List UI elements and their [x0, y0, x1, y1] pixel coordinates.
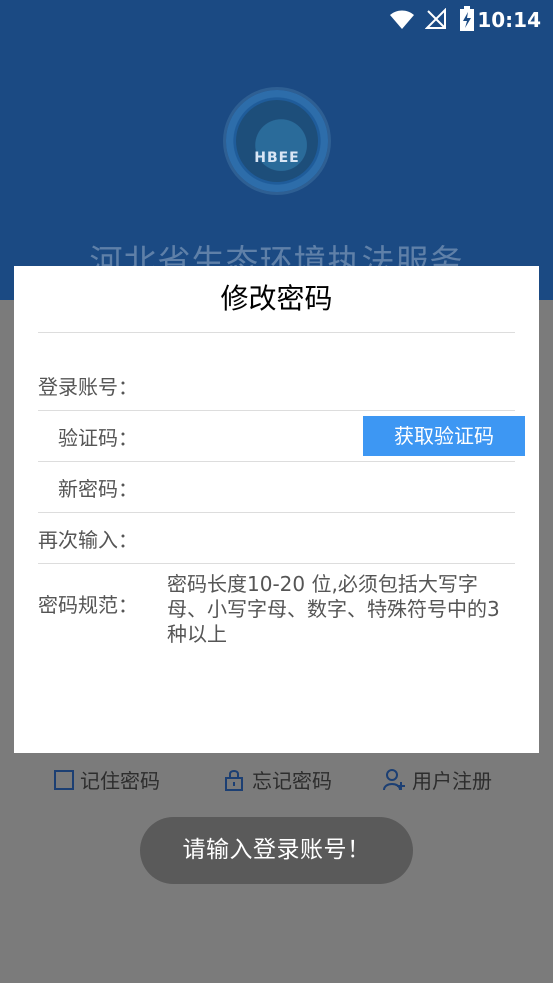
account-label: 登录账号： [38, 374, 138, 399]
repeat-password-label: 再次输入： [38, 527, 138, 552]
new-password-input[interactable] [138, 470, 515, 504]
status-time: 10:14 [477, 8, 541, 32]
user-register-link[interactable]: 用户注册 [382, 765, 492, 794]
remember-label: 记住密码 [80, 769, 160, 793]
account-row: 登录账号： [38, 360, 515, 411]
repeat-password-row: 再次输入： [38, 513, 515, 564]
forgot-password-link[interactable]: 忘记密码 [222, 765, 332, 794]
change-password-dialog: 修改密码 登录账号： 验证码： 获取验证码 新密码： 再次输入： 密码规范： 密… [14, 266, 539, 753]
register-label: 用户注册 [412, 769, 492, 793]
repeat-password-input[interactable] [138, 521, 515, 555]
battery-charging-icon [460, 6, 474, 31]
toast-message: 请输入登录账号！ [140, 817, 413, 884]
password-rules-text: 密码长度10-20 位,必须包括大写字母、小写字母、数字、特殊符号中的3种以上 [167, 572, 500, 646]
login-options: 记住密码 忘记密码 用户注册 [0, 765, 553, 795]
code-row: 验证码： 获取验证码 [38, 411, 525, 462]
password-rules-row: 密码规范： 密码长度10-20 位,必须包括大写字母、小写字母、数字、特殊符号中… [38, 564, 515, 647]
forgot-label: 忘记密码 [252, 769, 332, 793]
get-code-button[interactable]: 获取验证码 [363, 416, 525, 456]
remember-password-option[interactable]: 记住密码 [54, 765, 160, 794]
new-password-label: 新密码： [58, 476, 138, 501]
remember-checkbox[interactable] [54, 769, 74, 790]
user-add-icon [383, 768, 405, 790]
no-signal-icon [425, 8, 446, 29]
lock-icon [225, 769, 243, 791]
new-password-row: 新密码： [38, 462, 515, 513]
logo-text: HBEE [254, 150, 300, 166]
wifi-icon [390, 10, 414, 29]
password-rules-label: 密码规范： [38, 593, 138, 617]
account-input[interactable] [138, 368, 515, 402]
code-label: 验证码： [58, 425, 138, 450]
hbee-logo: HBEE [226, 90, 328, 192]
dialog-title: 修改密码 [38, 266, 515, 333]
status-bar: 10:14 [0, 0, 553, 40]
logo-emblem [236, 100, 318, 182]
